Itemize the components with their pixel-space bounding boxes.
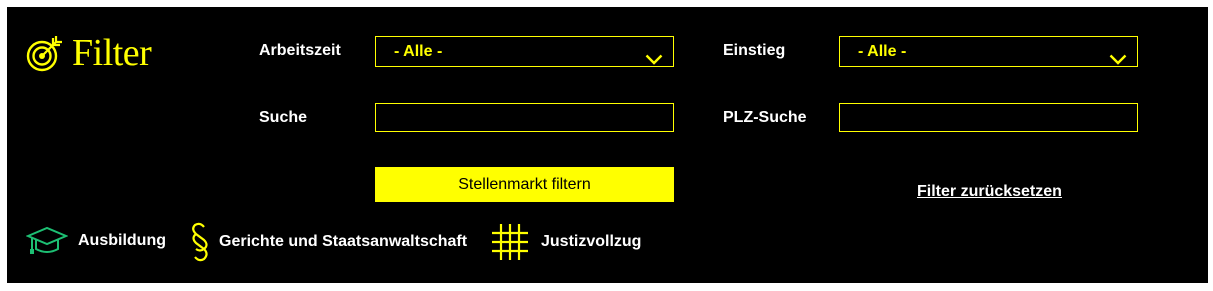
category-justizvollzug[interactable]: Justizvollzug xyxy=(490,222,641,262)
filter-header: Filter xyxy=(26,32,152,74)
arbeitszeit-label: Arbeitszeit xyxy=(259,42,341,59)
arbeitszeit-select[interactable]: - Alle - xyxy=(375,36,674,67)
paragraph-icon xyxy=(190,221,210,263)
page-title: Filter xyxy=(72,32,152,74)
reset-filter-link[interactable]: Filter zurücksetzen xyxy=(917,182,1062,202)
category-ausbildung[interactable]: Ausbildung xyxy=(26,225,166,257)
plz-suche-label: PLZ-Suche xyxy=(723,109,807,126)
submit-filter-button[interactable]: Stellenmarkt filtern xyxy=(375,167,674,202)
chevron-down-icon xyxy=(645,46,663,75)
category-label: Ausbildung xyxy=(78,232,166,249)
graduation-cap-icon xyxy=(26,225,68,257)
category-gerichte[interactable]: Gerichte und Staatsanwaltschaft xyxy=(190,221,467,263)
filter-panel: Filter Arbeitszeit - Alle - Einstieg - A… xyxy=(7,7,1208,283)
arbeitszeit-selected-value: - Alle - xyxy=(394,43,443,60)
target-icon xyxy=(26,34,64,72)
einstieg-label: Einstieg xyxy=(723,42,786,59)
category-label: Justizvollzug xyxy=(541,233,642,250)
grid-bars-icon xyxy=(490,222,530,262)
einstieg-select[interactable]: - Alle - xyxy=(839,36,1138,67)
plz-suche-input[interactable] xyxy=(839,103,1138,132)
chevron-down-icon xyxy=(1109,46,1127,75)
suche-label: Suche xyxy=(259,109,308,126)
einstieg-selected-value: - Alle - xyxy=(858,43,907,60)
category-label: Gerichte und Staatsanwaltschaft xyxy=(219,233,468,250)
suche-input[interactable] xyxy=(375,103,674,132)
